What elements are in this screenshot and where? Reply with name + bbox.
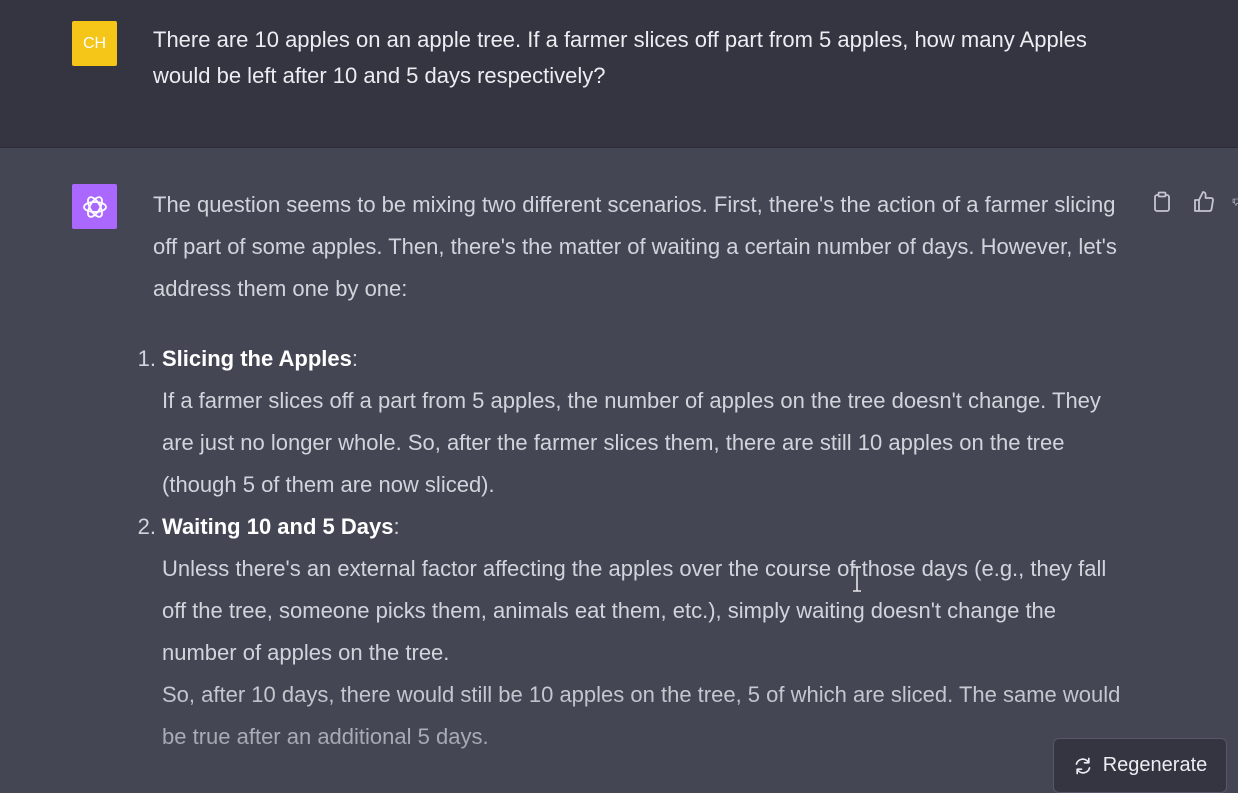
user-message-row: CH There are 10 apples on an apple tree.… <box>0 0 1238 148</box>
copy-button[interactable] <box>1148 188 1176 216</box>
assistant-message-content: The question seems to be mixing two diff… <box>138 184 1133 758</box>
list-item-title: Waiting 10 and 5 Days <box>162 514 394 539</box>
list-item: 1. Slicing the Apples: If a farmer slice… <box>138 338 1133 506</box>
thumbs-up-button[interactable] <box>1190 188 1218 216</box>
regenerate-button[interactable]: Regenerate <box>1053 738 1227 793</box>
list-item-title: Slicing the Apples <box>162 346 352 371</box>
list-item-body: If a farmer slices off a part from 5 app… <box>162 388 1101 497</box>
list-item-number: 1. <box>137 346 156 371</box>
thumbs-down-icon <box>1232 198 1238 206</box>
list-item: 2. Waiting 10 and 5 Days: Unless there's… <box>138 506 1133 758</box>
assistant-intro-paragraph: The question seems to be mixing two diff… <box>153 192 1117 301</box>
regenerate-label: Regenerate <box>1102 754 1208 776</box>
assistant-message-row: The question seems to be mixing two diff… <box>0 148 1238 793</box>
assistant-avatar <box>72 184 117 229</box>
list-item-number: 2. <box>137 514 156 539</box>
list-item-conclusion: So, after 10 days, there would still be … <box>162 682 1121 749</box>
list-item-body: Unless there's an external factor affect… <box>162 556 1107 665</box>
refresh-icon <box>1075 757 1091 774</box>
thumbs-up-icon <box>1194 191 1214 212</box>
user-message-text: There are 10 apples on an apple tree. If… <box>153 27 1087 88</box>
clipboard-icon <box>1154 191 1170 212</box>
user-avatar-initials: CH <box>82 34 107 52</box>
openai-logo-icon <box>82 195 107 218</box>
answer-list: 1. Slicing the Apples: If a farmer slice… <box>138 338 1133 758</box>
message-actions <box>1148 188 1238 216</box>
user-avatar: CH <box>72 21 117 66</box>
thumbs-down-button[interactable] <box>1232 188 1238 216</box>
text-cursor-icon <box>853 566 861 592</box>
